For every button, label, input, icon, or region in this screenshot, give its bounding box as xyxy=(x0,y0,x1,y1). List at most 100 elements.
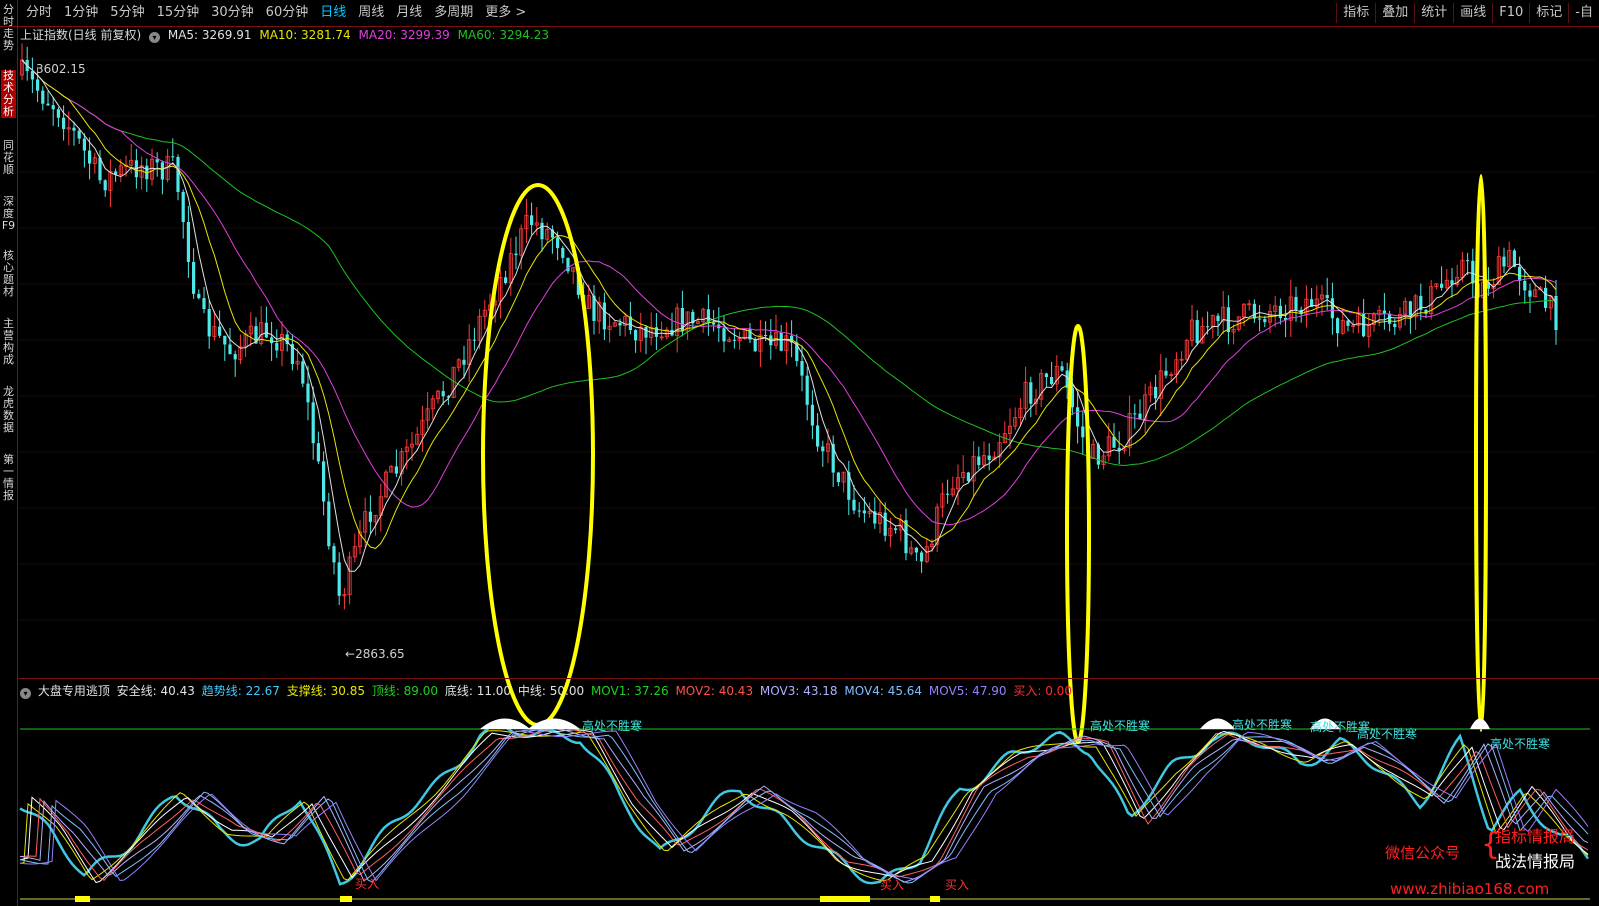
candle-body xyxy=(155,159,159,163)
sidebar-item[interactable]: 分时走势 xyxy=(1,4,16,52)
candle-body xyxy=(192,261,196,294)
candle-body xyxy=(462,359,466,365)
sidebar-item[interactable]: 同花顺 xyxy=(1,140,16,176)
oscillator-line xyxy=(19,729,1589,884)
panel-divider xyxy=(17,678,1599,679)
tab-period[interactable]: 更多 > xyxy=(479,3,532,23)
sidebar-item[interactable]: 深度F9 xyxy=(1,196,16,232)
candle-body xyxy=(1060,366,1064,371)
toolbar-tool[interactable]: -自 xyxy=(1568,3,1599,23)
bottom-line-label: 底线: 11.00 xyxy=(444,684,512,698)
mov5-label: MOV5: 47.90 xyxy=(928,684,1007,698)
candle-body xyxy=(441,391,445,397)
tab-period[interactable]: 日线 xyxy=(314,3,352,23)
candle-body xyxy=(1393,323,1397,328)
support-line-label: 支撑线: 30.85 xyxy=(286,684,365,698)
bottom-blob xyxy=(75,896,90,902)
candle-body xyxy=(821,446,825,452)
candle-body xyxy=(1471,260,1475,284)
candle-body xyxy=(1081,426,1085,438)
tab-period[interactable]: 60分钟 xyxy=(260,3,315,23)
candle-body xyxy=(1440,283,1444,288)
candle-body xyxy=(920,552,924,562)
tab-period[interactable]: 5分钟 xyxy=(104,3,150,23)
candle-body xyxy=(852,499,856,511)
watermark-line1: 指标情报局 xyxy=(1495,827,1576,846)
candle-body xyxy=(186,221,190,262)
tab-period[interactable]: 月线 xyxy=(390,3,428,23)
sidebar-item[interactable]: 技术分析 xyxy=(1,70,16,118)
tab-period[interactable]: 周线 xyxy=(352,3,390,23)
watermark-line2: 战法情报局 xyxy=(1495,852,1576,871)
candle-body xyxy=(311,402,315,444)
candle-body xyxy=(1336,318,1340,334)
oscillator-markers xyxy=(75,718,1490,902)
candle-body xyxy=(316,443,320,462)
candle-body xyxy=(810,404,814,426)
buy-signal-label: 买入 xyxy=(355,877,380,891)
candle-body xyxy=(883,512,887,536)
toolbar-tool[interactable]: 标记 xyxy=(1529,3,1568,23)
candle-body xyxy=(103,180,107,191)
oscillator-line xyxy=(19,723,1590,886)
toolbar-tool[interactable]: 叠加 xyxy=(1375,3,1414,23)
candle-body xyxy=(644,327,648,338)
toolbar-tool[interactable]: 指标 xyxy=(1336,3,1375,23)
tab-period[interactable]: 多周期 xyxy=(428,3,479,23)
candle-body xyxy=(504,277,508,284)
kline-chart[interactable] xyxy=(0,0,1599,906)
top-warning-label: 高处不胜寒 xyxy=(582,719,643,733)
ma20-line xyxy=(21,59,1557,526)
toolbar-tool[interactable]: 画线 xyxy=(1453,3,1492,23)
candle-body xyxy=(977,456,981,466)
tab-period[interactable]: 1分钟 xyxy=(58,3,104,23)
mid-line-label: 中线: 50.00 xyxy=(517,684,585,698)
candle-body xyxy=(1388,313,1392,324)
candle-body xyxy=(472,339,476,341)
candle-body xyxy=(764,334,768,336)
buy-signal-label: 买入 xyxy=(880,878,905,892)
buy-signal-label: 买入 xyxy=(945,878,970,892)
top-line-label: 顶线: 89.00 xyxy=(371,684,439,698)
sidebar-item[interactable]: 核心题材 xyxy=(1,250,16,298)
tab-period[interactable]: 分时 xyxy=(20,3,58,23)
top-blob xyxy=(528,718,580,729)
candle-body xyxy=(1544,287,1548,308)
main-legend: 上证指数(日线 前复权) ▾ MA5: 3269.91 MA10: 3281.7… xyxy=(20,27,553,43)
top-blob xyxy=(1470,718,1490,729)
candle-body xyxy=(1294,296,1298,310)
sidebar-item[interactable]: 第一情报 xyxy=(1,454,16,502)
sidebar-item[interactable]: 龙虎数据 xyxy=(1,386,16,434)
tab-period[interactable]: 30分钟 xyxy=(205,3,260,23)
candle-body xyxy=(322,461,326,502)
tab-period[interactable]: 15分钟 xyxy=(151,3,206,23)
candle-body xyxy=(327,501,331,547)
candle-body xyxy=(56,109,60,118)
bottom-blob xyxy=(820,896,870,902)
ma10-line xyxy=(21,59,1557,549)
candle-body xyxy=(202,298,206,310)
candle-body xyxy=(712,322,716,325)
candle-body xyxy=(530,215,534,226)
candle-body xyxy=(914,547,918,553)
ma10-label: MA10: 3281.74 xyxy=(259,28,351,42)
candle-body xyxy=(1518,266,1522,281)
collapse-icon[interactable]: ▾ xyxy=(20,688,31,699)
candle-body xyxy=(816,425,820,447)
candle-body xyxy=(1206,326,1210,328)
mov2-label: MOV2: 40.43 xyxy=(675,684,754,698)
candle-body xyxy=(1325,295,1329,299)
toolbar-tool[interactable]: 统计 xyxy=(1414,3,1453,23)
toolbar-tool[interactable]: F10 xyxy=(1492,3,1529,23)
sidebar-item[interactable]: 主营构成 xyxy=(1,318,16,366)
candle-body xyxy=(171,156,175,158)
candle-body xyxy=(1133,413,1137,415)
buy-label: 买入: 0.00 xyxy=(1013,684,1072,698)
trend-line-label: 趋势线: 22.67 xyxy=(201,684,280,698)
candle-body xyxy=(1330,298,1334,319)
settings-icon[interactable]: ▾ xyxy=(149,32,161,43)
high-price-label: 3602.15 xyxy=(36,62,86,76)
candle-body xyxy=(218,326,222,336)
candle-body xyxy=(51,105,55,110)
candle-body xyxy=(36,79,40,91)
